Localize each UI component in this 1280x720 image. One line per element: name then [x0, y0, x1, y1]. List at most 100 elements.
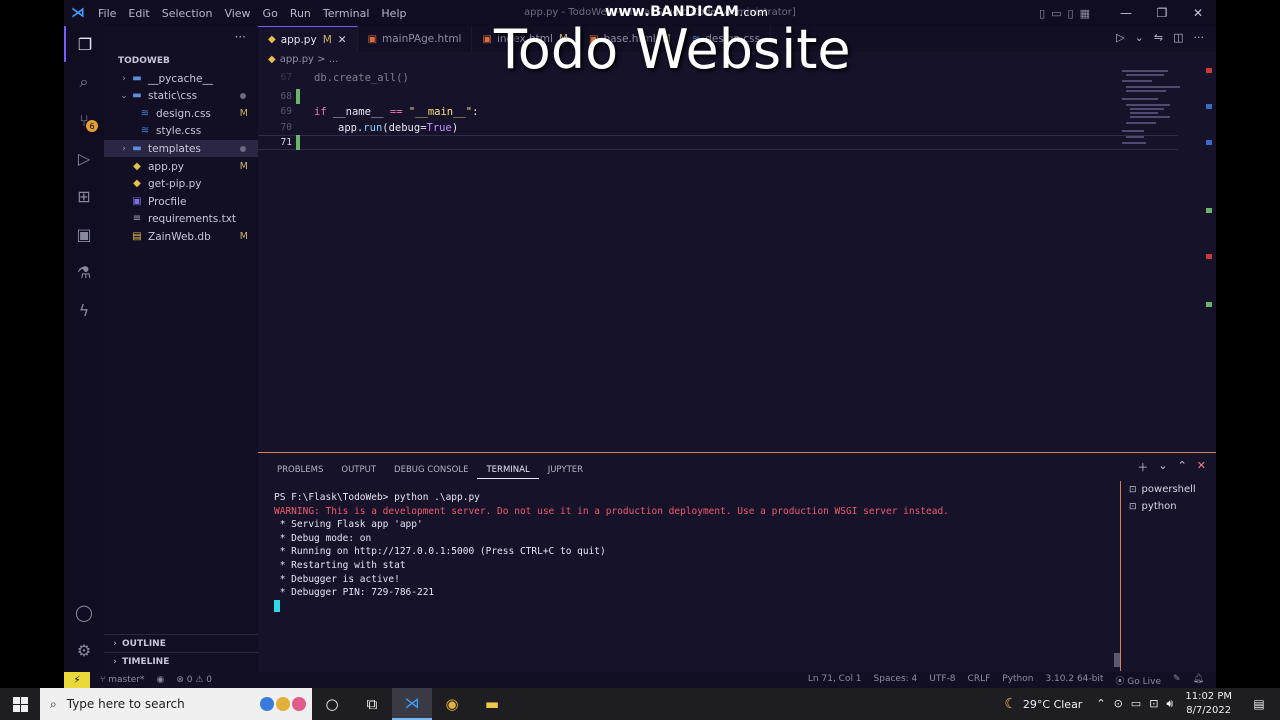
menu-edit[interactable]: Edit: [122, 7, 155, 20]
toggle-panel-icon[interactable]: ▭: [1051, 7, 1061, 20]
source-control-icon[interactable]: ⑂ 6: [64, 102, 104, 138]
menu-terminal[interactable]: Terminal: [317, 7, 376, 20]
cortana-icon[interactable]: ○: [312, 688, 352, 720]
notifications-icon[interactable]: 🔔︎: [1193, 674, 1204, 687]
weather-widget[interactable]: ☾ 29°C Clear: [1004, 696, 1082, 712]
git-branch[interactable]: ⑂ master*: [100, 675, 145, 685]
tree-item-procfile[interactable]: ▣ Procfile: [104, 193, 258, 210]
maximize-button[interactable]: ❐: [1144, 6, 1180, 20]
git-status: M: [239, 108, 248, 119]
battery-icon[interactable]: ▭: [1131, 697, 1141, 711]
clock[interactable]: 11:02 PM 8/7/2022: [1185, 690, 1232, 718]
volume-icon[interactable]: 🔊︎: [1166, 697, 1173, 711]
cursor-position[interactable]: Ln 71, Col 1: [808, 674, 862, 687]
vscode-taskbar-icon[interactable]: ⋊: [392, 688, 432, 720]
close-window-button[interactable]: ✕: [1180, 6, 1216, 20]
tab-app-py[interactable]: ◆ app.py M ✕: [258, 26, 358, 52]
explorer-more-icon[interactable]: ···: [235, 30, 246, 44]
terminal-scrollbar[interactable]: [1114, 653, 1120, 667]
tree-item-zainweb-db[interactable]: ▤ ZainWeb.db M: [104, 228, 258, 245]
breadcrumb[interactable]: ◆ app.py > ...: [268, 54, 338, 65]
more-actions-icon[interactable]: ···: [1194, 31, 1205, 44]
python-interpreter[interactable]: 3.10.2 64-bit: [1045, 674, 1103, 687]
encoding[interactable]: UTF-8: [929, 674, 955, 687]
taskbar-search[interactable]: ⌕ Type here to search: [40, 688, 312, 720]
tab-terminal[interactable]: TERMINAL: [477, 461, 539, 479]
explorer-root-title[interactable]: TODOWEB: [118, 56, 170, 66]
testing-icon[interactable]: ⚗: [64, 254, 104, 290]
tree-item-get-pip[interactable]: ◆ get-pip.py: [104, 175, 258, 192]
tab-mainpage-html[interactable]: ▣ mainPAge.html: [358, 26, 473, 52]
menu-go[interactable]: Go: [257, 7, 284, 20]
code-line-70[interactable]: 70 app. run (debug= True): [258, 120, 1178, 135]
explorer-icon[interactable]: ❐: [64, 26, 104, 62]
new-terminal-icon[interactable]: ＋: [1137, 459, 1148, 475]
tree-item-app-py[interactable]: ◆ app.py M: [104, 158, 258, 175]
tab-debug-console[interactable]: DEBUG CONSOLE: [385, 461, 477, 479]
run-dropdown-icon[interactable]: ⌄: [1135, 31, 1144, 44]
thunder-client-icon[interactable]: ϟ: [64, 292, 104, 328]
file-explorer-icon[interactable]: ▬: [472, 688, 512, 720]
go-live-button[interactable]: ⦿ Go Live: [1115, 674, 1161, 687]
code-line-69[interactable]: 69 if __name__ == "__main__":: [258, 104, 1178, 119]
split-editor-icon[interactable]: ◫: [1173, 31, 1183, 44]
tree-item-style-css[interactable]: ≋ style.css: [104, 122, 258, 139]
menu-bar: File Edit Selection View Go Run Terminal…: [92, 7, 412, 20]
menu-view[interactable]: View: [218, 7, 256, 20]
close-panel-icon[interactable]: ✕: [1197, 459, 1206, 475]
feedback-icon[interactable]: ✎: [1173, 674, 1181, 687]
terminal-item-powershell[interactable]: ⊡ powershell: [1121, 481, 1216, 498]
terminal-item-python[interactable]: ⊡ python: [1121, 498, 1216, 515]
close-tab-icon[interactable]: ✕: [338, 34, 347, 46]
problems-count[interactable]: ⊗ 0 ⚠ 0: [176, 675, 212, 685]
code-line-68[interactable]: 68: [258, 89, 1178, 104]
overview-ruler[interactable]: [1206, 68, 1214, 452]
tab-output[interactable]: OUTPUT: [332, 461, 385, 479]
toggle-sidebar-icon[interactable]: ▯: [1039, 7, 1045, 20]
tree-item-pycache[interactable]: › ▬ __pycache__: [104, 70, 258, 87]
task-view-icon[interactable]: ⧉: [352, 688, 392, 720]
account-icon[interactable]: ◯: [64, 594, 104, 630]
tree-item-design-css[interactable]: ≋ design.css M: [104, 105, 258, 122]
outline-section[interactable]: › OUTLINE: [104, 634, 258, 652]
tab-problems[interactable]: PROBLEMS: [268, 461, 332, 479]
chevron-right-icon: ›: [122, 73, 126, 84]
terminal-dropdown-icon[interactable]: ⌄: [1158, 459, 1167, 475]
indentation[interactable]: Spaces: 4: [874, 674, 918, 687]
run-debug-icon[interactable]: ▷: [64, 140, 104, 176]
menu-run[interactable]: Run: [284, 7, 317, 20]
live-share-icon[interactable]: ◉: [157, 675, 165, 685]
customize-layout-icon[interactable]: ▦: [1080, 7, 1090, 20]
chrome-taskbar-icon[interactable]: ◉: [432, 688, 472, 720]
settings-gear-icon[interactable]: ⚙: [64, 632, 104, 668]
run-python-icon[interactable]: ▷: [1116, 31, 1124, 44]
compare-changes-icon[interactable]: ⇋: [1154, 31, 1163, 44]
language-mode[interactable]: Python: [1002, 674, 1033, 687]
code-line-71[interactable]: 71: [258, 135, 1178, 150]
line-ending[interactable]: CRLF: [968, 674, 991, 687]
meet-now-icon[interactable]: ⊙: [1114, 697, 1123, 711]
status-bar: ⚡ ⑂ master* ◉ ⊗ 0 ⚠ 0 Ln 71, Col 1 Space…: [64, 672, 1216, 688]
network-icon[interactable]: ⊡: [1149, 697, 1158, 711]
menu-selection[interactable]: Selection: [156, 7, 219, 20]
remote-indicator-icon[interactable]: ⚡: [64, 672, 90, 688]
remote-explorer-icon[interactable]: ▣: [64, 216, 104, 252]
tree-item-templates[interactable]: › ▬ templates: [104, 140, 258, 157]
search-icon[interactable]: ⌕: [64, 64, 104, 100]
terminal-output[interactable]: PS F:\Flask\TodoWeb> python .\app.py WAR…: [274, 491, 1114, 600]
maximize-panel-icon[interactable]: ⌃: [1178, 459, 1187, 475]
menu-help[interactable]: Help: [375, 7, 412, 20]
editor-group: ◆ app.py M ✕ ▣ mainPAge.html ▣ index.htm…: [258, 26, 1216, 452]
minimap[interactable]: [1120, 68, 1204, 158]
tree-item-requirements[interactable]: ≡ requirements.txt: [104, 210, 258, 227]
toggle-secondary-sidebar-icon[interactable]: ▯: [1068, 7, 1074, 20]
timeline-section[interactable]: › TIMELINE: [104, 652, 258, 670]
show-hidden-icons-icon[interactable]: ⌃: [1096, 697, 1105, 711]
tree-item-static-css[interactable]: ⌄ ▬ static\css: [104, 87, 258, 104]
extensions-icon[interactable]: ⊞: [64, 178, 104, 214]
tab-jupyter[interactable]: JUPYTER: [539, 461, 592, 479]
minimize-button[interactable]: —: [1108, 6, 1144, 20]
start-button[interactable]: [0, 688, 40, 720]
menu-file[interactable]: File: [92, 7, 122, 20]
action-center-icon[interactable]: ▤: [1246, 697, 1272, 711]
